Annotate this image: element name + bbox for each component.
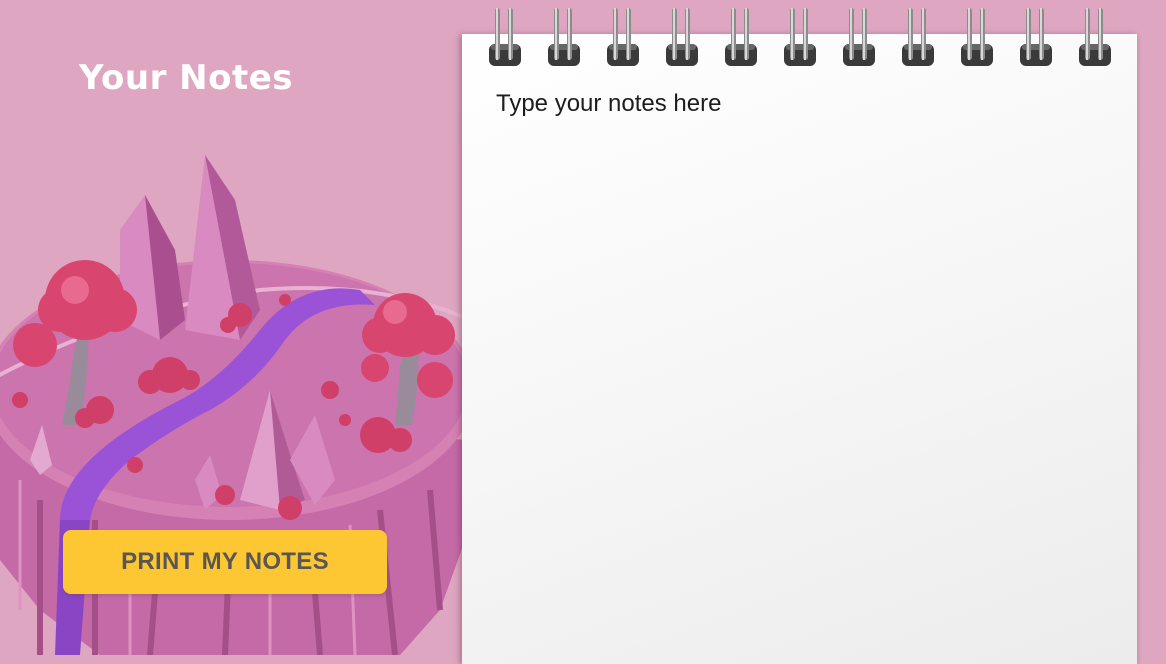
spiral-binding-icon: [489, 8, 1111, 66]
print-notes-button[interactable]: PRINT MY NOTES: [63, 530, 387, 594]
notes-textarea[interactable]: [494, 84, 1114, 644]
page-title: Your Notes: [79, 58, 294, 98]
